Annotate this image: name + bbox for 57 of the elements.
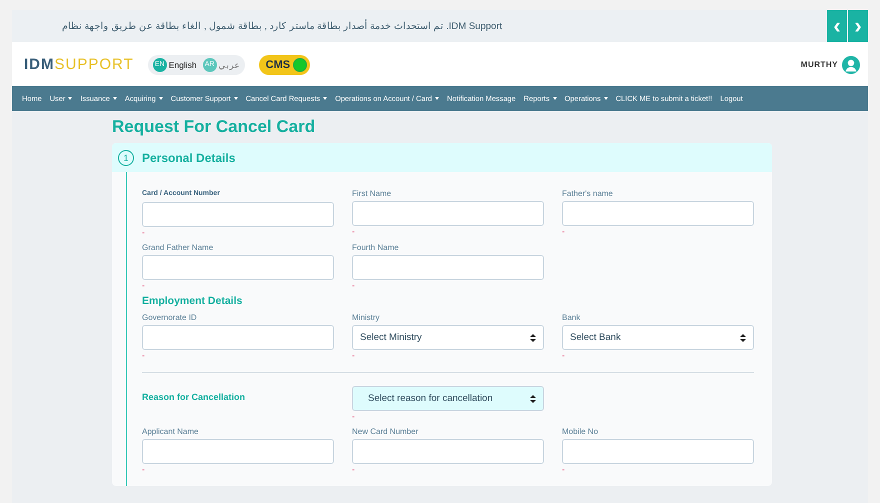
error-mark: - xyxy=(562,350,566,362)
slide-button[interactable]: › xyxy=(848,10,868,42)
field-label: Grand Father Name xyxy=(142,243,214,254)
field-label: First Name xyxy=(352,189,392,200)
field-label: Fourth Name xyxy=(352,243,399,254)
input-field[interactable] xyxy=(352,255,544,280)
select-field[interactable]: Select reason for cancellation xyxy=(352,386,544,411)
avatar-icon[interactable] xyxy=(842,56,860,74)
logo: IDMSUPPORT xyxy=(24,56,134,73)
field-label: Ministry xyxy=(352,313,380,324)
section-heading: Employment Details xyxy=(142,295,244,307)
sort-icon xyxy=(530,394,536,402)
field-label: Governorate ID xyxy=(142,313,197,324)
user-name[interactable]: MURTHY xyxy=(800,60,838,69)
error-mark: - xyxy=(142,227,146,239)
input-field[interactable] xyxy=(142,325,334,350)
input-field[interactable] xyxy=(142,202,334,227)
input-field[interactable] xyxy=(352,439,544,464)
page-title: Request For Cancel Card xyxy=(112,117,316,137)
caret-icon xyxy=(435,97,440,100)
section-title: Personal Details xyxy=(142,150,236,164)
slide-button[interactable]: ‹ xyxy=(827,10,847,42)
error-mark: - xyxy=(142,280,146,292)
field-label: Father's name xyxy=(562,189,613,200)
field-label: New Card Number xyxy=(352,427,418,438)
step-number: 1 xyxy=(118,150,134,166)
input-field[interactable] xyxy=(562,439,754,464)
caret-icon xyxy=(112,97,117,100)
input-field[interactable] xyxy=(142,439,334,464)
select-field[interactable]: Select Bank xyxy=(562,325,754,350)
error-mark: - xyxy=(562,226,566,238)
error-mark: - xyxy=(352,226,356,238)
caret-icon xyxy=(158,97,163,100)
section-heading: Reason for Cancellation xyxy=(142,391,246,402)
error-mark: - xyxy=(562,464,566,476)
caret-icon xyxy=(604,97,608,100)
cms-toggle[interactable]: CMS xyxy=(258,54,310,74)
sort-icon xyxy=(740,334,746,342)
sort-icon xyxy=(530,334,536,342)
error-mark: - xyxy=(352,350,356,362)
caret-icon xyxy=(323,97,328,100)
select-field[interactable]: Select Ministry xyxy=(352,325,544,350)
input-field[interactable] xyxy=(562,201,754,226)
caret-icon xyxy=(552,97,557,100)
field-label: Mobile No xyxy=(562,427,598,438)
error-mark: - xyxy=(142,464,146,476)
banner-text: IDM Support. تم استحداث خدمة أصدار بطاقة ماستر كارد , بطاقة شمول , الغاء بطاقة عن طريق واجهة نظام xyxy=(62,20,502,32)
error-mark: - xyxy=(352,411,356,423)
error-mark: - xyxy=(352,464,356,476)
caret-icon xyxy=(234,97,238,100)
caret-icon xyxy=(68,97,72,100)
input-field[interactable] xyxy=(352,201,544,226)
error-mark: - xyxy=(142,350,146,362)
field-label: Applicant Name xyxy=(142,427,198,438)
error-mark: - xyxy=(352,280,356,292)
input-field[interactable] xyxy=(142,255,334,280)
field-label: Bank xyxy=(562,313,580,324)
